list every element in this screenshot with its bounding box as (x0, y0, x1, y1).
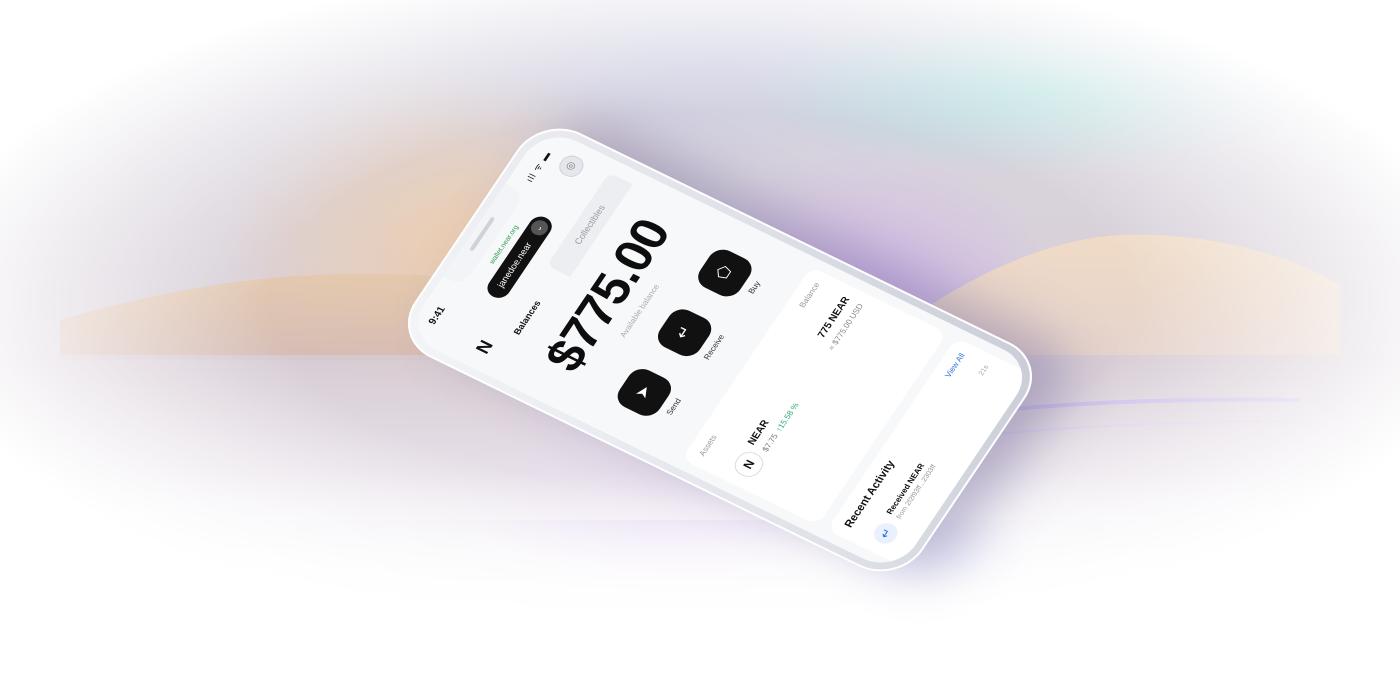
near-token-icon: N (729, 447, 769, 481)
phone-body: 9:41 ıll ᯤ ▬ wallet.near.org N janedoe.n… (390, 114, 1050, 586)
receive-action[interactable]: ↵ Receive (651, 303, 731, 369)
wallet-screen: 9:41 ıll ᯤ ▬ wallet.near.org N janedoe.n… (403, 125, 1037, 575)
activity-time: 21s (977, 364, 991, 377)
phone-mockup: 9:41 ıll ᯤ ▬ wallet.near.org N janedoe.n… (390, 114, 1050, 586)
asset-change: ↑15.58 % (773, 401, 801, 434)
assets-title: Assets (697, 433, 719, 458)
chevron-down-icon: ⌄ (527, 217, 551, 239)
balance-column-header: Balance (797, 281, 822, 310)
receive-arrow-icon: ↵ (869, 519, 902, 548)
buy-action[interactable]: ⬠ Buy (691, 243, 771, 309)
status-time: 9:41 (426, 304, 448, 327)
send-action[interactable]: ➤ Send (611, 363, 691, 429)
view-all-link[interactable]: View All (943, 352, 967, 379)
speaker (469, 216, 496, 252)
